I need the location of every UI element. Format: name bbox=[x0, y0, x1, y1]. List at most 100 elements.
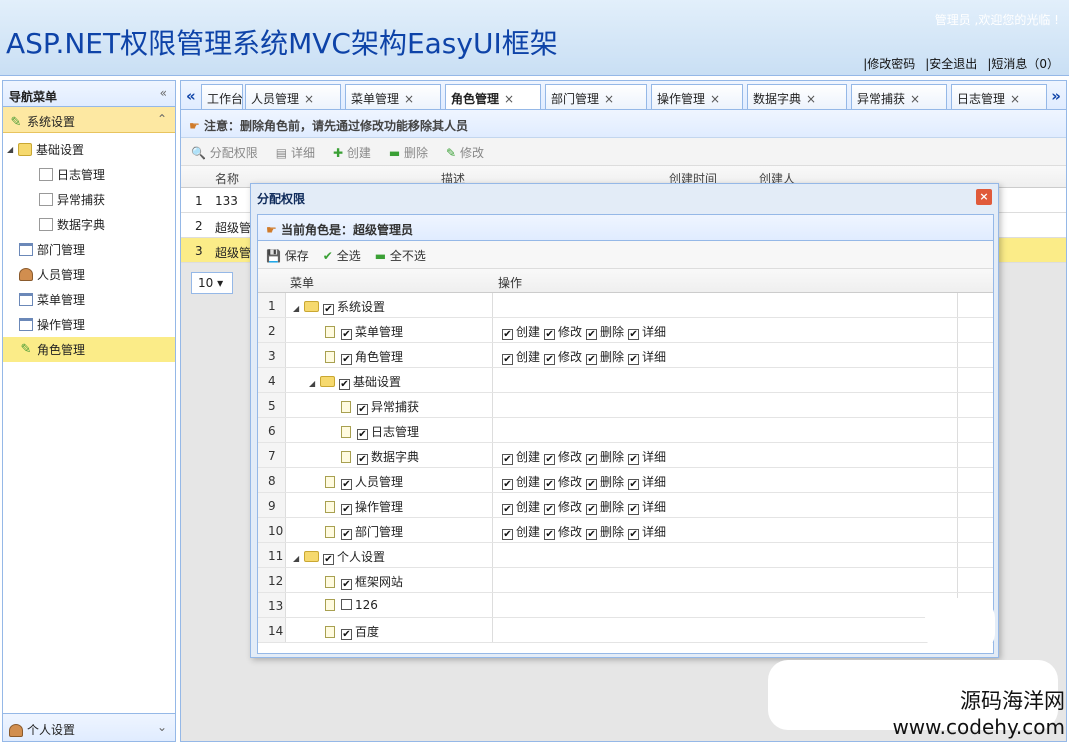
operation-checkbox[interactable]: ✔ bbox=[628, 504, 640, 515]
operation-checkbox[interactable]: ✔ bbox=[586, 454, 598, 465]
tab-item[interactable]: 操作管理 × bbox=[651, 84, 743, 109]
operation-checkbox[interactable]: ✔ bbox=[628, 529, 640, 540]
page-size-select[interactable]: 10 ▾ bbox=[191, 272, 233, 294]
menu-checkbox[interactable]: ✔ bbox=[341, 329, 352, 340]
messages-link[interactable]: |短消息（0） bbox=[987, 55, 1059, 72]
operation-checkbox[interactable]: ✔ bbox=[586, 529, 598, 540]
expand-icon[interactable]: ◢ bbox=[7, 145, 15, 154]
operation-checkbox[interactable]: ✔ bbox=[544, 479, 556, 490]
tree-row[interactable]: 2 ✔ 菜单管理 ✔ 创建 ✔ 修改 ✔ 删除 ✔ 详细 bbox=[258, 318, 993, 343]
close-tab-icon[interactable]: × bbox=[710, 92, 720, 106]
select-all-button[interactable]: ✔ 全选 bbox=[323, 247, 361, 263]
tree-row[interactable]: 5 ✔ 异常捕获 bbox=[258, 393, 993, 418]
tab-item[interactable]: 菜单管理 × bbox=[345, 84, 441, 109]
detail-button[interactable]: ▤ 详细 bbox=[276, 144, 315, 160]
sidebar-item[interactable]: 人员管理 bbox=[3, 262, 175, 287]
close-tab-icon[interactable]: × bbox=[504, 92, 514, 106]
close-icon[interactable]: × bbox=[976, 189, 992, 205]
tree-row[interactable]: 8 ✔ 人员管理 ✔ 创建 ✔ 修改 ✔ 删除 ✔ 详细 bbox=[258, 468, 993, 493]
sidebar-item[interactable]: 菜单管理 bbox=[3, 287, 175, 312]
sidebar-item[interactable]: 部门管理 bbox=[3, 237, 175, 262]
menu-checkbox[interactable]: ✔ bbox=[341, 504, 352, 515]
menu-checkbox[interactable]: ✔ bbox=[357, 429, 368, 440]
tree-row[interactable]: 9 ✔ 操作管理 ✔ 创建 ✔ 修改 ✔ 删除 ✔ 详细 bbox=[258, 493, 993, 518]
menu-checkbox[interactable] bbox=[341, 599, 352, 610]
operation-checkbox[interactable]: ✔ bbox=[544, 329, 556, 340]
delete-button[interactable]: ▬ 删除 bbox=[389, 144, 428, 160]
close-tab-icon[interactable]: × bbox=[404, 92, 414, 106]
sidebar-item[interactable]: 数据字典 bbox=[3, 212, 175, 237]
menu-checkbox[interactable]: ✔ bbox=[357, 404, 368, 415]
column-header[interactable]: 操作 bbox=[498, 274, 522, 291]
chevron-up-icon[interactable]: ⌃ bbox=[157, 112, 167, 126]
tab-item[interactable]: 数据字典 × bbox=[747, 84, 847, 109]
save-button[interactable]: 💾 保存 bbox=[266, 247, 309, 263]
operation-checkbox[interactable]: ✔ bbox=[628, 479, 640, 490]
edit-button[interactable]: ✎ 修改 bbox=[446, 144, 484, 160]
operation-checkbox[interactable]: ✔ bbox=[502, 504, 513, 515]
close-tab-icon[interactable]: × bbox=[304, 92, 314, 106]
operation-checkbox[interactable]: ✔ bbox=[502, 354, 513, 365]
operation-checkbox[interactable]: ✔ bbox=[544, 454, 556, 465]
menu-checkbox[interactable]: ✔ bbox=[323, 554, 334, 565]
sidebar-item[interactable]: 操作管理 bbox=[3, 312, 175, 337]
operation-checkbox[interactable]: ✔ bbox=[544, 529, 556, 540]
tab-item[interactable]: 角色管理 × bbox=[445, 84, 541, 109]
operation-checkbox[interactable]: ✔ bbox=[628, 454, 640, 465]
assign-permission-button[interactable]: 🔍 分配权限 bbox=[191, 144, 258, 160]
operation-checkbox[interactable]: ✔ bbox=[586, 329, 598, 340]
accordion-personal-settings[interactable]: 个人设置 ⌄ bbox=[3, 713, 175, 741]
tab-scroll-right-icon[interactable]: » bbox=[1051, 87, 1061, 105]
operation-checkbox[interactable]: ✔ bbox=[502, 479, 513, 490]
operation-checkbox[interactable]: ✔ bbox=[586, 479, 598, 490]
column-header[interactable]: 菜单 bbox=[290, 274, 314, 291]
sidebar-item[interactable]: 日志管理 bbox=[3, 162, 175, 187]
accordion-system-settings[interactable]: ✎ 系统设置 ⌃ bbox=[3, 107, 175, 133]
column-header[interactable]: 名称 bbox=[215, 170, 239, 187]
tree-row[interactable]: 3 ✔ 角色管理 ✔ 创建 ✔ 修改 ✔ 删除 ✔ 详细 bbox=[258, 343, 993, 368]
operation-checkbox[interactable]: ✔ bbox=[586, 504, 598, 515]
sidebar-item[interactable]: ◢ 基础设置 bbox=[3, 137, 175, 162]
menu-checkbox[interactable]: ✔ bbox=[357, 454, 368, 465]
operation-checkbox[interactable]: ✔ bbox=[628, 354, 640, 365]
menu-checkbox[interactable]: ✔ bbox=[341, 629, 352, 640]
select-none-button[interactable]: ▬ 全不选 bbox=[375, 247, 426, 263]
tree-row[interactable]: 14 ✔ 百度 bbox=[258, 618, 993, 643]
tree-row[interactable]: 12 ✔ 框架网站 bbox=[258, 568, 993, 593]
create-button[interactable]: ✚ 创建 bbox=[333, 144, 371, 160]
sidebar-item[interactable]: ✎ 角色管理 bbox=[3, 337, 175, 362]
tree-row[interactable]: 10 ✔ 部门管理 ✔ 创建 ✔ 修改 ✔ 删除 ✔ 详细 bbox=[258, 518, 993, 543]
operation-checkbox[interactable]: ✔ bbox=[628, 329, 640, 340]
operation-checkbox[interactable]: ✔ bbox=[502, 529, 513, 540]
collapse-icon[interactable]: « bbox=[160, 86, 167, 100]
close-tab-icon[interactable]: × bbox=[604, 92, 614, 106]
menu-checkbox[interactable]: ✔ bbox=[341, 354, 352, 365]
tree-row[interactable]: 4 ◢ ✔ 基础设置 bbox=[258, 368, 993, 393]
operation-checkbox[interactable]: ✔ bbox=[586, 354, 598, 365]
close-tab-icon[interactable]: × bbox=[910, 92, 920, 106]
expand-icon[interactable]: ◢ bbox=[293, 304, 301, 313]
menu-checkbox[interactable]: ✔ bbox=[341, 579, 352, 590]
tree-row[interactable]: 1 ◢ ✔ 系统设置 bbox=[258, 293, 993, 318]
chevron-down-icon[interactable]: ⌄ bbox=[157, 720, 167, 734]
tab-item[interactable]: 人员管理 × bbox=[245, 84, 341, 109]
operation-checkbox[interactable]: ✔ bbox=[544, 354, 556, 365]
sidebar-item[interactable]: 异常捕获 bbox=[3, 187, 175, 212]
operation-checkbox[interactable]: ✔ bbox=[502, 329, 513, 340]
menu-checkbox[interactable]: ✔ bbox=[341, 479, 352, 490]
operation-checkbox[interactable]: ✔ bbox=[544, 504, 556, 515]
tab-item[interactable]: 部门管理 × bbox=[545, 84, 647, 109]
tree-row[interactable]: 11 ◢ ✔ 个人设置 bbox=[258, 543, 993, 568]
operation-checkbox[interactable]: ✔ bbox=[502, 454, 513, 465]
tab-item[interactable]: 异常捕获 × bbox=[851, 84, 947, 109]
close-tab-icon[interactable]: × bbox=[1010, 92, 1020, 106]
tree-row[interactable]: 13 126 bbox=[258, 593, 993, 618]
tab-item[interactable]: 日志管理 × bbox=[951, 84, 1047, 109]
tab-scroll-left-icon[interactable]: « bbox=[186, 87, 196, 105]
menu-checkbox[interactable]: ✔ bbox=[339, 379, 350, 390]
menu-checkbox[interactable]: ✔ bbox=[341, 529, 352, 540]
expand-icon[interactable]: ◢ bbox=[293, 554, 301, 563]
change-password-link[interactable]: |修改密码 bbox=[863, 55, 915, 72]
tree-row[interactable]: 6 ✔ 日志管理 bbox=[258, 418, 993, 443]
tab-workbench[interactable]: 工作台 bbox=[201, 84, 243, 109]
